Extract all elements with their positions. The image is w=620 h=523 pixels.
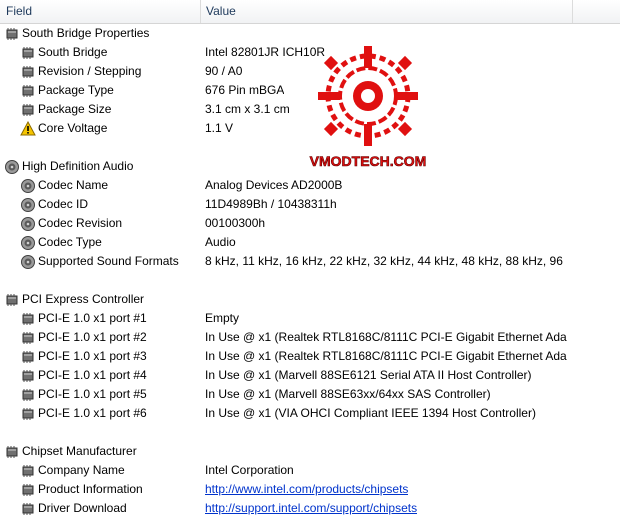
property-label: PCI-E 1.0 x1 port #5	[38, 387, 147, 401]
property-row[interactable]: Codec Type Audio	[0, 233, 620, 252]
property-value: Intel Corporation	[205, 463, 294, 477]
section-title: Chipset Manufacturer	[22, 444, 137, 458]
field-column-header[interactable]: Field	[0, 0, 201, 23]
property-label: Package Type	[38, 83, 114, 97]
property-row[interactable]: Codec Revision 00100300h	[0, 214, 620, 233]
property-label: South Bridge	[38, 45, 108, 59]
section-title: High Definition Audio	[22, 159, 134, 173]
property-row[interactable]: Driver Download http://support.intel.com…	[0, 499, 620, 518]
property-label: Codec Name	[38, 178, 109, 192]
property-row[interactable]: PCI-E 1.0 x1 port #2 In Use @ x1 (Realte…	[0, 328, 620, 347]
chip-icon	[20, 406, 36, 422]
chip-icon	[20, 463, 36, 479]
chip-icon	[20, 311, 36, 327]
property-row[interactable]: PCI-E 1.0 x1 port #3 In Use @ x1 (Realte…	[0, 347, 620, 366]
property-row[interactable]: Codec ID 11D4989Bh / 10438311h	[0, 195, 620, 214]
speaker-icon	[20, 197, 36, 213]
warning-icon	[20, 120, 36, 137]
property-row[interactable]: PCI-E 1.0 x1 port #4 In Use @ x1 (Marvel…	[0, 366, 620, 385]
property-label: Package Size	[38, 102, 112, 116]
property-value: In Use @ x1 (Realtek RTL8168C/8111C PCI-…	[205, 330, 567, 344]
chip-icon	[20, 482, 36, 498]
property-label: PCI-E 1.0 x1 port #4	[38, 368, 147, 382]
property-label: Codec Type	[38, 235, 102, 249]
chip-icon	[4, 26, 20, 42]
property-link[interactable]: http://www.intel.com/products/chipsets	[205, 480, 408, 499]
property-value: In Use @ x1 (Realtek RTL8168C/8111C PCI-…	[205, 349, 567, 363]
property-value: Analog Devices AD2000B	[205, 178, 343, 192]
property-value: Empty	[205, 311, 240, 325]
property-label: Supported Sound Formats	[38, 254, 179, 268]
speaker-icon	[4, 159, 20, 175]
list-header: Field Value	[0, 0, 620, 24]
property-row[interactable]: PCI-E 1.0 x1 port #1 Empty	[0, 309, 620, 328]
property-value: 90 / A0	[205, 64, 243, 78]
property-label: Product Information	[38, 482, 143, 496]
property-label: PCI-E 1.0 x1 port #2	[38, 330, 147, 344]
chip-icon	[20, 64, 36, 80]
chip-icon	[20, 349, 36, 365]
property-row[interactable]: PCI-E 1.0 x1 port #6 In Use @ x1 (VIA OH…	[0, 404, 620, 423]
property-row[interactable]: PCI-E 1.0 x1 port #5 In Use @ x1 (Marvel…	[0, 385, 620, 404]
property-label: Core Voltage	[38, 121, 108, 135]
property-value: In Use @ x1 (VIA OHCI Compliant IEEE 139…	[205, 406, 536, 420]
speaker-icon	[20, 216, 36, 232]
property-label: Revision / Stepping	[38, 64, 142, 78]
property-value: 3.1 cm x 3.1 cm	[205, 102, 290, 116]
chip-icon	[20, 102, 36, 118]
property-row[interactable]: Company Name Intel Corporation	[0, 461, 620, 480]
section-header[interactable]: PCI Express Controller	[0, 290, 620, 309]
vmodtech-logo-icon: VMODTECH.COM	[309, 46, 427, 169]
chip-icon	[20, 501, 36, 517]
property-row[interactable]: Product Information http://www.intel.com…	[0, 480, 620, 499]
property-value: 1.1 V	[205, 121, 234, 135]
section-title: South Bridge Properties	[22, 26, 150, 40]
section-header[interactable]: South Bridge Properties	[0, 24, 620, 43]
property-label: Driver Download	[38, 501, 127, 515]
property-row[interactable]: Supported Sound Formats 8 kHz, 11 kHz, 1…	[0, 252, 620, 271]
chip-icon	[20, 387, 36, 403]
chip-icon	[20, 45, 36, 61]
property-label: Codec ID	[38, 197, 89, 211]
chip-icon	[4, 444, 20, 460]
chip-icon	[20, 83, 36, 99]
property-value: In Use @ x1 (Marvell 88SE63xx/64xx SAS C…	[205, 387, 491, 401]
vmodtech-logo: VMODTECH.COM	[306, 44, 430, 172]
chip-icon	[20, 368, 36, 384]
property-value: 676 Pin mBGA	[205, 83, 285, 97]
property-value: Audio	[205, 235, 236, 249]
property-link[interactable]: http://support.intel.com/support/chipset…	[205, 499, 417, 518]
property-label: PCI-E 1.0 x1 port #1	[38, 311, 147, 325]
property-label: Company Name	[38, 463, 125, 477]
property-label: Codec Revision	[38, 216, 123, 230]
property-row[interactable]: Codec Name Analog Devices AD2000B	[0, 176, 620, 195]
section-title: PCI Express Controller	[22, 292, 145, 306]
property-value: 8 kHz, 11 kHz, 16 kHz, 22 kHz, 32 kHz, 4…	[205, 254, 567, 268]
speaker-icon	[20, 235, 36, 251]
property-value: In Use @ x1 (Marvell 88SE6121 Serial ATA…	[205, 368, 532, 382]
watermark-text: VMODTECH.COM	[310, 153, 427, 169]
speaker-icon	[20, 178, 36, 194]
property-label: PCI-E 1.0 x1 port #3	[38, 349, 147, 363]
chip-icon	[20, 330, 36, 346]
section-header[interactable]: Chipset Manufacturer	[0, 442, 620, 461]
property-value: 11D4989Bh / 10438311h	[205, 197, 337, 211]
chip-icon	[4, 292, 20, 308]
speaker-icon	[20, 254, 36, 270]
value-column-header[interactable]: Value	[200, 0, 573, 23]
property-value: 00100300h	[205, 216, 266, 230]
property-label: PCI-E 1.0 x1 port #6	[38, 406, 147, 420]
